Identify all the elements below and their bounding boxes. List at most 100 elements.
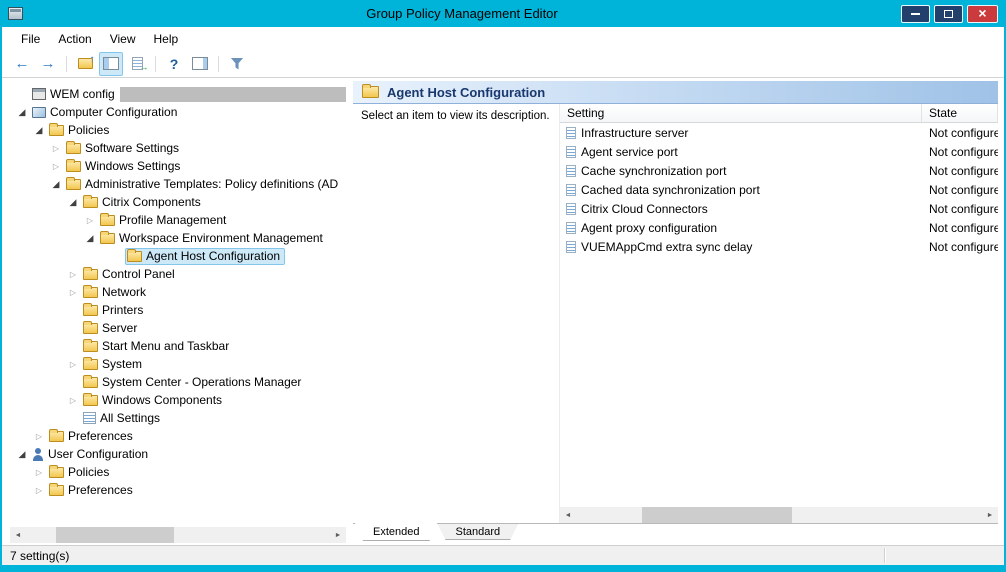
content-header-title: Agent Host Configuration — [387, 85, 545, 100]
setting-row-citrix-cloud-connectors[interactable]: Citrix Cloud Connectors Not configured — [560, 199, 998, 218]
expander-icon[interactable] — [65, 283, 81, 301]
tree-item-profile-management[interactable]: Profile Management — [10, 211, 346, 229]
tree-item-preferences-computer[interactable]: Preferences — [10, 427, 346, 445]
scrollbar-track[interactable] — [576, 507, 982, 523]
menu-view[interactable]: View — [101, 29, 145, 49]
minimize-button[interactable] — [901, 5, 930, 23]
menu-help[interactable]: Help — [145, 29, 188, 49]
tree-item-control-panel[interactable]: Control Panel — [10, 265, 346, 283]
list-horizontal-scrollbar[interactable] — [560, 507, 998, 523]
tree-item-administrative-templates[interactable]: Administrative Templates: Policy definit… — [10, 175, 346, 193]
tree-item-policies-computer[interactable]: Policies — [10, 121, 346, 139]
tree-item-server[interactable]: Server — [10, 319, 346, 337]
export-list-button[interactable] — [125, 52, 149, 76]
tree-item-wem-config[interactable]: WEM config — [10, 85, 346, 103]
expander-icon[interactable] — [65, 355, 81, 373]
column-header-row: Setting State — [560, 104, 998, 123]
show-hide-console-tree-button[interactable] — [99, 52, 123, 76]
forward-button[interactable] — [36, 52, 60, 76]
policy-setting-icon — [566, 146, 576, 158]
expander-icon[interactable] — [14, 445, 30, 463]
setting-row-vuemappcmd-extra-sync-delay[interactable]: VUEMAppCmd extra sync delay Not configur… — [560, 237, 998, 256]
setting-row-infrastructure-server[interactable]: Infrastructure server Not configured — [560, 123, 998, 142]
show-hide-action-pane-button[interactable] — [188, 52, 212, 76]
tree-item-preferences-user[interactable]: Preferences — [10, 481, 346, 499]
tab-standard[interactable]: Standard — [437, 524, 518, 540]
column-header-state[interactable]: State — [922, 104, 998, 122]
tree-item-citrix-components[interactable]: Citrix Components — [10, 193, 346, 211]
expander-spacer — [109, 247, 125, 265]
scroll-left-button[interactable] — [560, 507, 576, 523]
setting-row-cache-synchronization-port[interactable]: Cache synchronization port Not configure… — [560, 161, 998, 180]
maximize-button[interactable] — [934, 5, 963, 23]
expander-icon[interactable] — [31, 427, 47, 445]
expander-icon[interactable] — [65, 265, 81, 283]
expander-icon[interactable] — [48, 139, 64, 157]
tab-extended[interactable]: Extended — [355, 523, 437, 541]
menu-file[interactable]: File — [12, 29, 49, 49]
all-settings-icon — [83, 412, 96, 424]
setting-row-agent-service-port[interactable]: Agent service port Not configured — [560, 142, 998, 161]
scroll-left-button[interactable] — [10, 527, 26, 543]
up-one-level-button[interactable] — [73, 52, 97, 76]
menu-bar: File Action View Help — [2, 27, 1004, 50]
expander-icon[interactable] — [14, 103, 30, 121]
tree-item-windows-components[interactable]: Windows Components — [10, 391, 346, 409]
setting-row-agent-proxy-configuration[interactable]: Agent proxy configuration Not configured — [560, 218, 998, 237]
expander-icon[interactable] — [65, 193, 81, 211]
pane-splitter[interactable] — [346, 81, 353, 543]
folder-icon — [83, 323, 98, 334]
setting-name: Agent proxy configuration — [581, 221, 717, 235]
tree-item-policies-user[interactable]: Policies — [10, 463, 346, 481]
expander-icon[interactable] — [48, 175, 64, 193]
tree-item-system[interactable]: System — [10, 355, 346, 373]
expander-icon[interactable] — [31, 121, 47, 139]
scroll-right-button[interactable] — [982, 507, 998, 523]
tree-item-network[interactable]: Network — [10, 283, 346, 301]
column-header-setting[interactable]: Setting — [560, 104, 922, 122]
expander-icon[interactable] — [31, 463, 47, 481]
folder-icon — [83, 359, 98, 370]
scroll-right-button[interactable] — [330, 527, 346, 543]
policy-setting-icon — [566, 184, 576, 196]
tree-item-windows-settings[interactable]: Windows Settings — [10, 157, 346, 175]
folder-icon — [49, 467, 64, 478]
tree-item-agent-host-configuration[interactable]: Agent Host Configuration — [10, 247, 346, 265]
scrollbar-thumb[interactable] — [56, 527, 174, 543]
view-tabs: Extended Standard — [353, 523, 998, 543]
tree-horizontal-scrollbar[interactable] — [10, 527, 346, 543]
status-divider — [884, 548, 885, 563]
expander-icon[interactable] — [82, 211, 98, 229]
settings-rows: Infrastructure server Not configured Age… — [560, 123, 998, 507]
tree-item-user-configuration[interactable]: User Configuration — [10, 445, 346, 463]
filter-button[interactable] — [225, 52, 249, 76]
folder-icon — [362, 86, 379, 98]
back-button[interactable] — [10, 52, 34, 76]
policy-setting-icon — [566, 241, 576, 253]
close-button[interactable] — [967, 5, 998, 23]
setting-row-cached-data-synchronization-port[interactable]: Cached data synchronization port Not con… — [560, 180, 998, 199]
tree-item-software-settings[interactable]: Software Settings — [10, 139, 346, 157]
tree-item-computer-configuration[interactable]: Computer Configuration — [10, 103, 346, 121]
expander-icon[interactable] — [48, 157, 64, 175]
setting-state: Not configured — [922, 183, 998, 197]
tree-item-all-settings[interactable]: All Settings — [10, 409, 346, 427]
folder-icon — [83, 287, 98, 298]
toolbar — [2, 50, 1004, 78]
tree-item-start-menu-and-taskbar[interactable]: Start Menu and Taskbar — [10, 337, 346, 355]
tree-item-system-center-operations-manager[interactable]: System Center - Operations Manager — [10, 373, 346, 391]
folder-icon — [100, 215, 115, 226]
scrollbar-thumb[interactable] — [642, 507, 792, 523]
folder-up-icon — [78, 58, 93, 69]
expander-icon[interactable] — [82, 229, 98, 247]
expander-icon[interactable] — [65, 391, 81, 409]
tree-item-workspace-environment-management[interactable]: Workspace Environment Management — [10, 229, 346, 247]
title-bar[interactable]: Group Policy Management Editor — [2, 0, 1004, 27]
help-button[interactable] — [162, 52, 186, 76]
folder-icon — [83, 377, 98, 388]
tree-item-printers[interactable]: Printers — [10, 301, 346, 319]
scrollbar-track[interactable] — [26, 527, 330, 543]
menu-action[interactable]: Action — [49, 29, 100, 49]
expander-icon[interactable] — [31, 481, 47, 499]
console-root-icon — [32, 88, 46, 100]
